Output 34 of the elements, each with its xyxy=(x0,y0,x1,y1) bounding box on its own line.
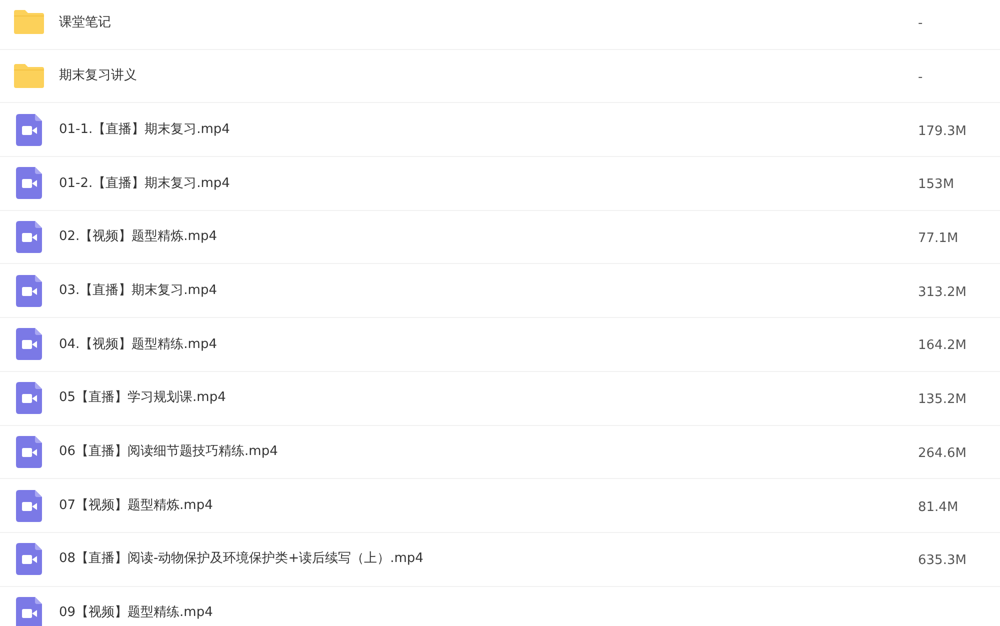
video-file-icon xyxy=(16,274,42,307)
file-size: 179.3M xyxy=(918,124,966,139)
video-file-icon xyxy=(16,543,42,576)
video-file-icon xyxy=(16,328,42,360)
file-size: 81.4M xyxy=(918,500,958,515)
file-name[interactable]: 07【视频】题型精炼.mp4 xyxy=(59,496,918,516)
video-file-icon xyxy=(16,490,42,522)
file-name[interactable]: 09【视频】题型精练.mp4 xyxy=(59,603,918,623)
file-size: 635.3M xyxy=(918,553,966,568)
file-size: 77.1M xyxy=(918,231,958,246)
file-size: 135.2M xyxy=(918,392,966,408)
video-file-icon xyxy=(16,382,42,414)
file-name[interactable]: 02.【视频】题型精炼.mp4 xyxy=(59,227,918,247)
video-file-icon xyxy=(16,114,42,146)
file-name[interactable]: 课堂笔记 xyxy=(59,12,918,32)
file-name[interactable]: 05【直播】学习规划课.mp4 xyxy=(59,388,918,408)
video-file-icon xyxy=(16,167,42,200)
folder-icon xyxy=(13,63,45,90)
file-size: 313.2M xyxy=(918,284,966,300)
folder-icon xyxy=(13,9,45,36)
file-name[interactable]: 04.【视频】题型精练.mp4 xyxy=(59,334,918,354)
file-size: 264.6M xyxy=(918,446,966,461)
file-size: - xyxy=(918,16,923,32)
video-file-icon xyxy=(16,436,42,468)
file-size: 153M xyxy=(918,177,954,192)
file-name[interactable]: 06【直播】阅读细节题技巧精练.mp4 xyxy=(59,442,918,462)
file-name[interactable]: 01-1.【直播】期末复习.mp4 xyxy=(59,120,918,140)
file-name[interactable]: 03.【直播】期末复习.mp4 xyxy=(59,281,918,301)
file-size: 164.2M xyxy=(918,338,966,354)
file-name[interactable]: 01-2.【直播】期末复习.mp4 xyxy=(59,174,918,194)
file-size: - xyxy=(918,70,923,86)
file-name[interactable]: 08【直播】阅读-动物保护及环境保护类+读后续写（上）.mp4 xyxy=(59,549,918,569)
video-file-icon xyxy=(16,221,42,254)
file-name[interactable]: 期末复习讲义 xyxy=(59,66,918,86)
